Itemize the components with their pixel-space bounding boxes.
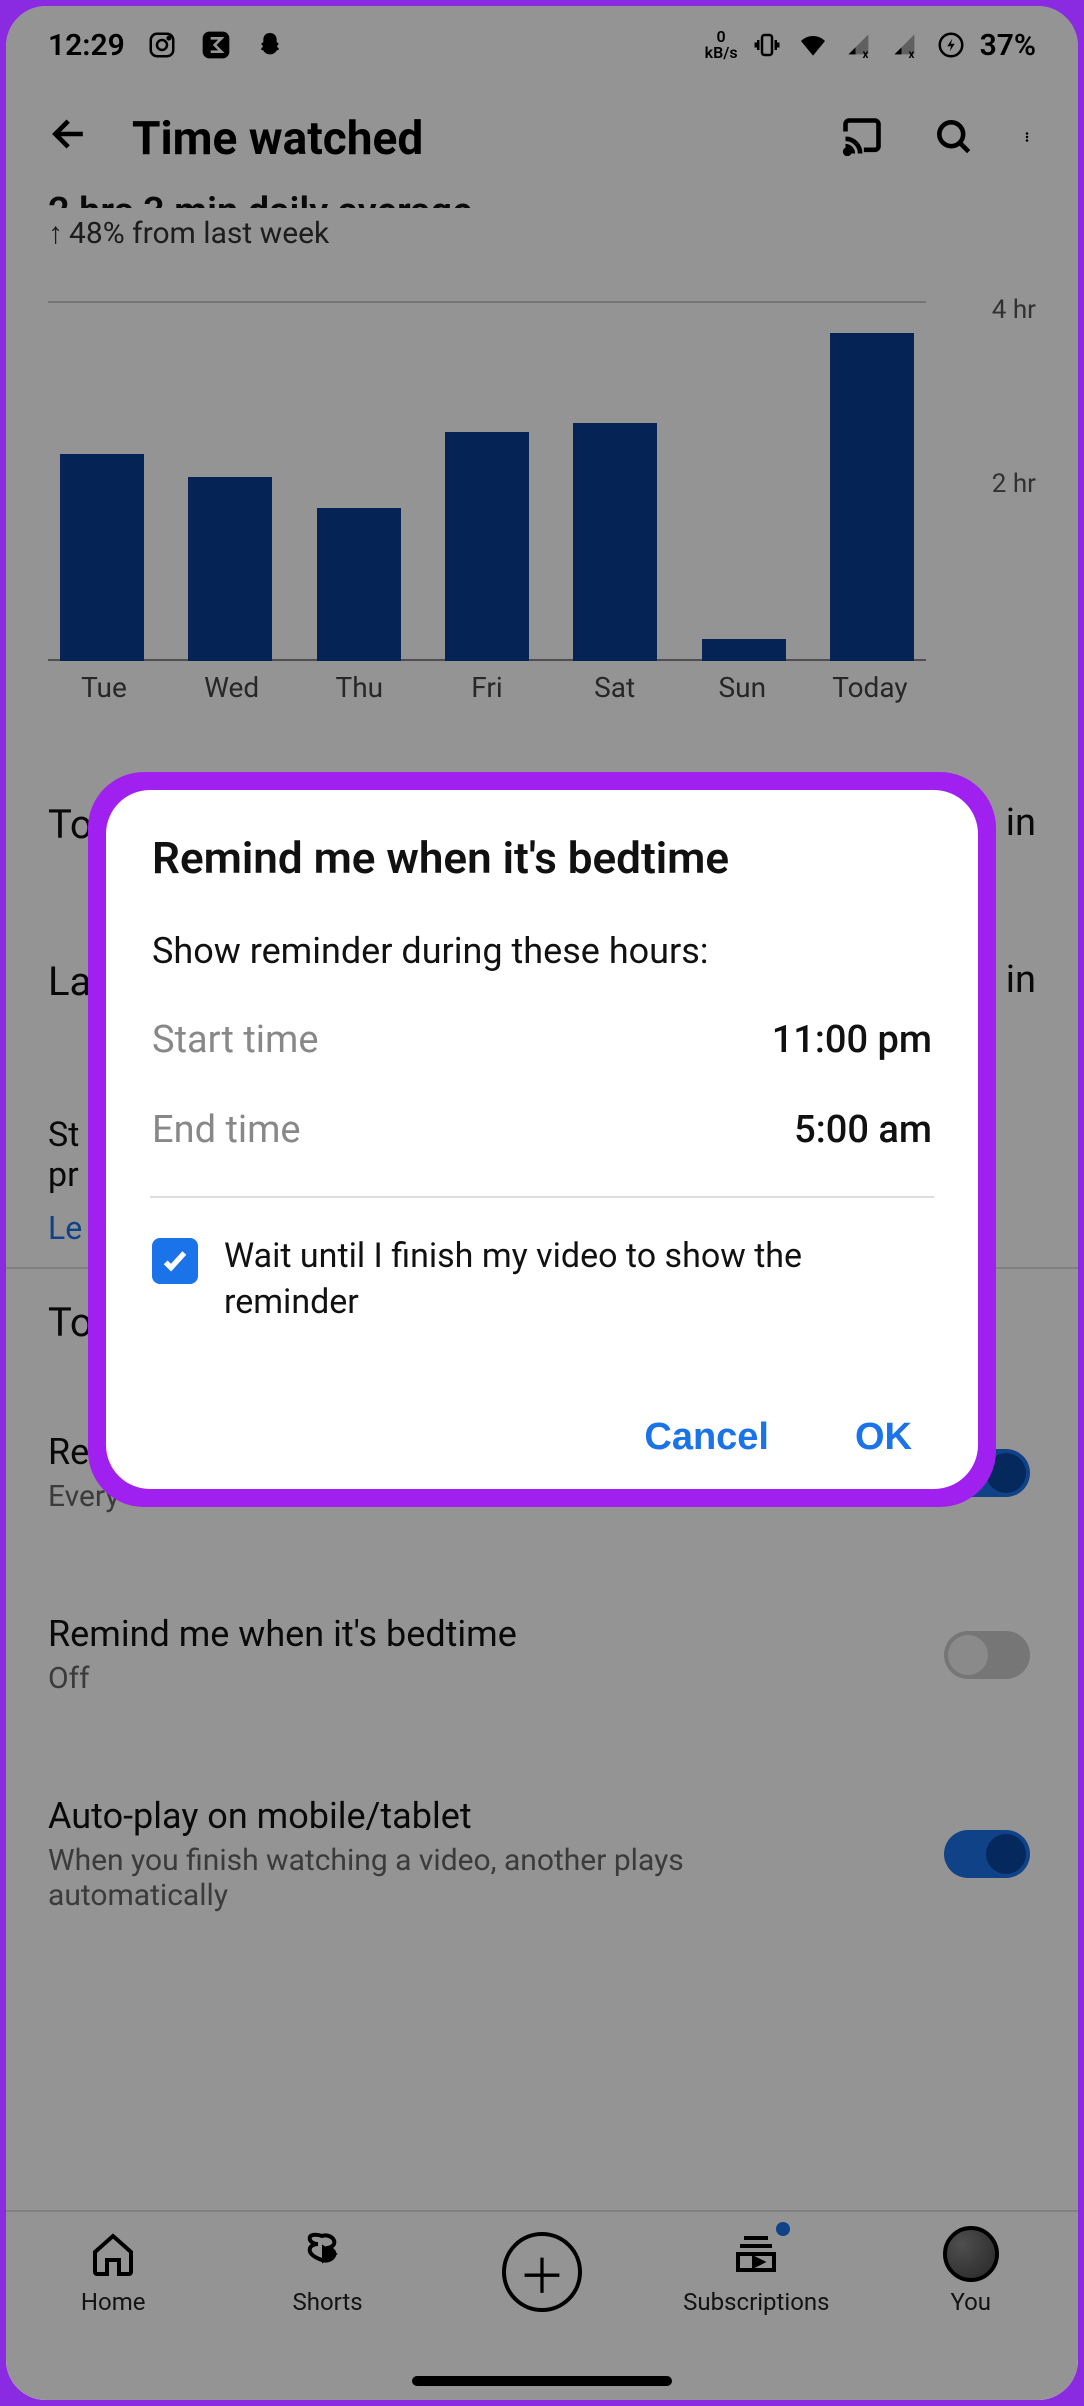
checkbox-checked-icon[interactable] — [152, 1238, 198, 1284]
ok-button[interactable]: OK — [855, 1416, 912, 1459]
start-time-label: Start time — [152, 1018, 318, 1062]
end-time-label: End time — [152, 1108, 301, 1152]
dialog-subtitle: Show reminder during these hours: — [152, 930, 932, 972]
checkbox-label: Wait until I finish my video to show the… — [224, 1234, 932, 1326]
bedtime-dialog: Remind me when it's bedtime Show reminde… — [106, 790, 978, 1489]
start-time-value: 11:00 pm — [772, 1018, 932, 1062]
end-time-row[interactable]: End time 5:00 am — [152, 1108, 932, 1152]
start-time-row[interactable]: Start time 11:00 pm — [152, 1018, 932, 1062]
end-time-value: 5:00 am — [794, 1108, 932, 1152]
cancel-button[interactable]: Cancel — [644, 1416, 769, 1459]
dialog-title: Remind me when it's bedtime — [152, 832, 932, 884]
dialog-highlight-frame: Remind me when it's bedtime Show reminde… — [88, 772, 996, 1507]
wait-checkbox-row[interactable]: Wait until I finish my video to show the… — [152, 1234, 932, 1326]
